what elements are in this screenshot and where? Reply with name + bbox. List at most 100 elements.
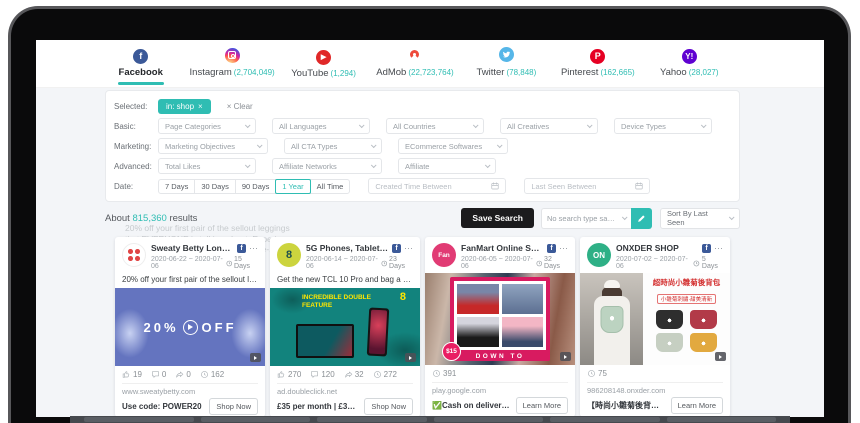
advertiser-avatar: Fan	[432, 243, 456, 267]
learn-more-button[interactable]: Learn More	[516, 397, 568, 414]
ad-domain-link[interactable]: www.sweatybetty.com	[115, 384, 265, 397]
down-to-text: DOWN TO	[450, 353, 550, 360]
tab-count: (28,027)	[689, 68, 719, 77]
video-icon	[250, 353, 261, 362]
admob-icon	[407, 47, 422, 62]
learn-more-button[interactable]: Learn More	[671, 397, 723, 414]
ad-creative-image[interactable]: $15 DOWN TO	[425, 273, 575, 365]
product-photo	[502, 317, 544, 347]
laptop-key	[84, 417, 194, 422]
video-icon	[715, 352, 726, 361]
ad-headline: £35 per month | £30 upfront | ...	[277, 402, 359, 411]
advertiser-name[interactable]: Sweaty Betty London | Wom...	[151, 243, 234, 253]
cta-types-dropdown[interactable]: All CTA Types	[284, 138, 382, 154]
tab-label: Twitter	[477, 67, 505, 78]
tab-twitter[interactable]: Twitter(78,848)	[461, 40, 552, 88]
model-photo	[580, 273, 643, 365]
advertiser-name[interactable]: FanMart Online Shopping - F...	[461, 243, 544, 253]
product-photo	[690, 333, 717, 352]
total-likes-dropdown[interactable]: Total Likes	[158, 158, 256, 174]
tv-graphic	[296, 324, 354, 358]
creatives-dropdown[interactable]: All Creatives	[500, 118, 598, 134]
shares-count: 0	[186, 370, 190, 379]
created-time-between-input[interactable]: Created Time Between	[368, 178, 506, 194]
ad-creative-image[interactable]: INCREDIBLE DOUBLEFEATURE 8	[270, 288, 420, 366]
ad-creative-image[interactable]: 超時尚小雛菊後背包 小雛菊刺繡·甜美清新	[580, 273, 730, 365]
date-label: Date:	[114, 182, 158, 191]
ad-domain-link[interactable]: play.google.com	[425, 383, 575, 396]
clock-icon	[381, 260, 388, 267]
chevron-down-icon	[371, 162, 377, 168]
marketing-label: Marketing:	[114, 142, 158, 151]
product-photo	[690, 310, 717, 329]
languages-dropdown[interactable]: All Languages	[272, 118, 370, 134]
ad-cards-row: Sweaty Betty London | Wom... f ⋯ 2020-06…	[115, 237, 730, 417]
ad-domain-link[interactable]: ad.doubleclick.net	[270, 384, 420, 397]
days-running: 23 Days	[389, 256, 413, 270]
tab-pinterest[interactable]: P Pinterest(162,665)	[552, 40, 643, 88]
ad-text: Get the new TCL 10 Pro and bag a free TC…	[270, 273, 420, 288]
card-header: Sweaty Betty London | Wom... f ⋯ 2020-06…	[115, 237, 265, 273]
tab-youtube[interactable]: ▶ YouTube(1,294)	[278, 40, 369, 88]
shares-count: 32	[355, 370, 364, 379]
video-icon	[405, 353, 416, 362]
countries-dropdown[interactable]: All Countries	[386, 118, 484, 134]
date-all-time-button[interactable]: All Time	[310, 179, 351, 194]
days-running: 32 Days	[544, 256, 568, 270]
tab-instagram[interactable]: Instagram(2,704,049)	[186, 40, 277, 88]
clear-filters-button[interactable]: × Clear	[227, 102, 253, 111]
save-search-button[interactable]: Save Search	[461, 208, 534, 228]
tab-admob[interactable]: AdMob(22,723,764)	[369, 40, 460, 88]
chevron-down-icon	[497, 142, 503, 148]
chevron-down-icon	[473, 122, 479, 128]
page-categories-dropdown[interactable]: Page Categories	[158, 118, 256, 134]
advertiser-name[interactable]: 5G Phones, Tablets & SIMs | ...	[306, 243, 389, 253]
marketing-objectives-dropdown[interactable]: Marketing Objectives	[158, 138, 268, 154]
clock-icon	[693, 260, 700, 267]
saved-search-dropdown[interactable]: No search type saved ...	[541, 208, 631, 229]
more-icon[interactable]: ⋯	[249, 245, 258, 251]
date-90-days-button[interactable]: 90 Days	[235, 179, 277, 194]
ad-domain-link[interactable]: 986208148.onxder.com	[580, 383, 730, 396]
ad-creative-image[interactable]: 20% OFF	[115, 288, 265, 366]
shop-now-button[interactable]: Shop Now	[364, 398, 413, 415]
more-icon[interactable]: ⋯	[559, 245, 568, 251]
saved-search-combo: No search type saved ...	[541, 208, 652, 229]
ad-card[interactable]: 8 5G Phones, Tablets & SIMs | ... f ⋯ 20…	[270, 237, 420, 417]
edit-saved-search-button[interactable]	[631, 208, 652, 229]
sort-dropdown[interactable]: Sort By Last Seen	[660, 208, 740, 229]
date-1-year-button[interactable]: 1 Year	[275, 179, 310, 194]
advertiser-avatar: 8	[277, 243, 301, 267]
last-seen-between-input[interactable]: Last Seen Between	[524, 178, 650, 194]
chevron-down-icon	[587, 122, 593, 128]
chevron-down-icon	[622, 214, 628, 220]
shop-now-button[interactable]: Shop Now	[209, 398, 258, 415]
tab-label: Facebook	[119, 67, 163, 78]
more-icon[interactable]: ⋯	[714, 245, 723, 251]
ad-card[interactable]: Fan FanMart Online Shopping - F... f ⋯ 2…	[425, 237, 575, 417]
play-icon[interactable]	[183, 320, 198, 335]
affiliate-dropdown[interactable]: Affiliate	[398, 158, 496, 174]
video-icon	[560, 352, 571, 361]
date-7-days-button[interactable]: 7 Days	[158, 179, 195, 194]
tab-count: (78,848)	[506, 68, 536, 77]
date-30-days-button[interactable]: 30 Days	[194, 179, 236, 194]
advertiser-name[interactable]: ONXDER SHOP	[616, 243, 699, 253]
chip-text: in: shop	[166, 102, 194, 111]
tab-label: Instagram	[190, 67, 232, 78]
ecommerce-softwares-dropdown[interactable]: ECommerce Softwares	[398, 138, 508, 154]
tab-yahoo[interactable]: Y! Yahoo(28,027)	[644, 40, 735, 88]
filter-panel: Selected: in: shop × × Clear Basic: Page…	[105, 90, 740, 202]
facebook-icon: f	[133, 49, 148, 64]
selected-filter-chip[interactable]: in: shop ×	[158, 99, 211, 114]
chip-close-icon[interactable]: ×	[198, 102, 203, 111]
ad-card[interactable]: Sweaty Betty London | Wom... f ⋯ 2020-06…	[115, 237, 265, 417]
calendar-icon	[491, 182, 499, 190]
device-types-dropdown[interactable]: Device Types	[614, 118, 712, 134]
days-running: 5 Days	[702, 256, 723, 270]
date-range: 2020-06-22 ~ 2020-07-06	[151, 256, 226, 270]
tab-facebook[interactable]: f Facebook	[95, 40, 186, 88]
affiliate-networks-dropdown[interactable]: Affiliate Networks	[272, 158, 382, 174]
more-icon[interactable]: ⋯	[404, 245, 413, 251]
ad-card[interactable]: ON ONXDER SHOP f ⋯ 2020-07-02 ~ 2020-07-…	[580, 237, 730, 417]
